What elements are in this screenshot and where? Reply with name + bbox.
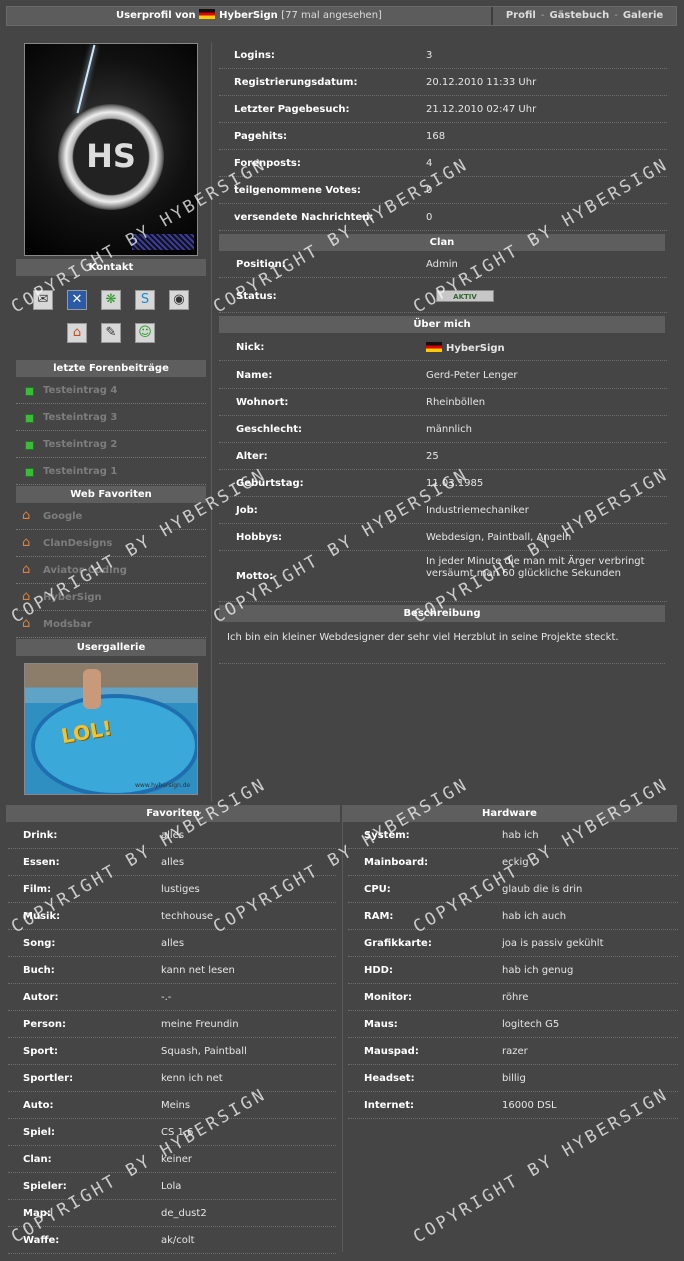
stat-row: Logins: 3 — [219, 42, 667, 69]
favorite-row: Film: lustiges — [8, 876, 336, 903]
steam-icon[interactable]: ◉ — [169, 290, 189, 310]
about-row: Alter: 25 — [219, 443, 667, 470]
favorite-row: Essen: alles — [8, 849, 336, 876]
favorite-row: Map: de_dust2 — [8, 1200, 336, 1227]
motto-row: Motto: In jeder Minute die man mit Ärger … — [219, 551, 667, 602]
favorite-row: Clan: keiner — [8, 1146, 336, 1173]
bullet-icon — [25, 468, 34, 477]
homepage-icon[interactable]: ⌂ — [67, 323, 87, 343]
web-favorite-link[interactable]: ⌂ Google — [16, 503, 206, 530]
favorite-row: Auto: Meins — [8, 1092, 336, 1119]
title-prefix: Userprofil von — [116, 10, 196, 21]
germany-flag-icon — [199, 9, 216, 19]
germany-flag-icon — [426, 342, 442, 352]
favorite-row: Song: alles — [8, 930, 336, 957]
web-favorite-link[interactable]: ⌂ HyberSign — [16, 584, 206, 611]
nav-gaestebuch-link[interactable]: Gästebuch — [549, 10, 609, 21]
stat-row: Forenposts: 4 — [219, 150, 667, 177]
house-icon: ⌂ — [22, 616, 31, 631]
house-icon: ⌂ — [22, 535, 31, 550]
favorites-header: Favoriten — [6, 805, 340, 822]
status-active-badge: AKTIV — [436, 290, 494, 302]
about-row: Nick: HyberSign — [219, 334, 667, 361]
favorite-row: Spieler: Lola — [8, 1173, 336, 1200]
favorite-row: Spiel: CS 1.6 — [8, 1119, 336, 1146]
xfire-icon[interactable]: ✕ — [67, 290, 87, 310]
contact-header: Kontakt — [16, 259, 206, 276]
profile-title-bar: Userprofil von HyberSign [77 mal angeseh… — [6, 6, 677, 26]
title-username: HyberSign — [219, 10, 278, 21]
house-icon: ⌂ — [22, 508, 31, 523]
icq-icon[interactable]: ❋ — [101, 290, 121, 310]
stat-row: teilgenommene Votes: 0 — [219, 177, 667, 204]
hardware-row: Mainboard: eckig — [348, 849, 678, 876]
web-favorites-header: Web Favoriten — [16, 486, 206, 503]
house-icon: ⌂ — [22, 562, 31, 577]
web-favorite-link[interactable]: ⌂ Modsbar — [16, 611, 206, 638]
gallery-thumbnail[interactable]: LOL! www.hybersign.de — [24, 663, 198, 795]
about-row: Name: Gerd-Peter Lenger — [219, 362, 667, 389]
forum-posts-header: letzte Forenbeiträge — [16, 360, 206, 377]
about-row: Geburtstag: 11.03.1985 — [219, 470, 667, 497]
favorite-row: Sport: Squash, Paintball — [8, 1038, 336, 1065]
view-count: [77 mal angesehen] — [281, 10, 382, 21]
favorite-row: Buch: kann net lesen — [8, 957, 336, 984]
about-row: Wohnort: Rheinböllen — [219, 389, 667, 416]
hardware-row: System: hab ich — [348, 822, 678, 849]
favorite-row: Musik: techhouse — [8, 903, 336, 930]
hardware-row: Maus: logitech G5 — [348, 1011, 678, 1038]
hardware-row: HDD: hab ich genug — [348, 957, 678, 984]
about-row: Hobbys: Webdesign, Paintball, Angeln — [219, 524, 667, 551]
bullet-icon — [25, 441, 34, 450]
nav-profil-link[interactable]: Profil — [506, 10, 536, 21]
clan-header: Clan — [219, 234, 665, 251]
description-text-block: Ich bin ein kleiner Webdesigner der sehr… — [219, 624, 665, 664]
web-favorite-link[interactable]: ⌂ Aviator-Coding — [16, 557, 206, 584]
description-text: Ich bin ein kleiner Webdesigner der sehr… — [227, 632, 619, 643]
house-icon: ⌂ — [22, 589, 31, 604]
mail-icon[interactable]: ✉ — [33, 290, 53, 310]
forum-post-item[interactable]: Testeintrag 3 — [16, 404, 206, 431]
hardware-row: Internet: 16000 DSL — [348, 1092, 678, 1119]
user-gallery-header: Usergallerie — [16, 639, 206, 656]
guestbook-icon[interactable]: ✎ — [101, 323, 121, 343]
bullet-icon — [25, 414, 34, 423]
hardware-row: CPU: glaub die is drin — [348, 876, 678, 903]
stat-row: Letzter Pagebesuch: 21.12.2010 02:47 Uhr — [219, 96, 667, 123]
clan-position-row: Position: Admin — [219, 251, 667, 278]
about-row: Job: Industriemechaniker — [219, 497, 667, 524]
hardware-row: Mauspad: razer — [348, 1038, 678, 1065]
user-avatar: HS — [24, 43, 198, 256]
forum-post-item[interactable]: Testeintrag 4 — [16, 377, 206, 404]
favorite-row: Autor: -.- — [8, 984, 336, 1011]
hardware-row: RAM: hab ich auch — [348, 903, 678, 930]
stat-row: versendete Nachrichten: 0 — [219, 204, 667, 231]
forum-post-item[interactable]: Testeintrag 1 — [16, 458, 206, 485]
hardware-row: Grafikkarte: joa is passiv gekühlt — [348, 930, 678, 957]
stat-row: Pagehits: 168 — [219, 123, 667, 150]
page-title: Userprofil von HyberSign [77 mal angeseh… — [7, 7, 491, 25]
description-header: Beschreibung — [219, 605, 665, 622]
about-row: Geschlecht: männlich — [219, 416, 667, 443]
add-buddy-icon[interactable]: ☺ — [135, 323, 155, 343]
favorite-row: Sportler: kenn ich net — [8, 1065, 336, 1092]
favorite-row: Waffe: ak/colt — [8, 1227, 336, 1254]
nav-galerie-link[interactable]: Galerie — [623, 10, 663, 21]
forum-post-item[interactable]: Testeintrag 2 — [16, 431, 206, 458]
bullet-icon — [25, 387, 34, 396]
favorite-row: Person: meine Freundin — [8, 1011, 336, 1038]
hardware-row: Monitor: röhre — [348, 984, 678, 1011]
stat-row: Registrierungsdatum: 20.12.2010 11:33 Uhr — [219, 69, 667, 96]
web-favorite-link[interactable]: ⌂ ClanDesigns — [16, 530, 206, 557]
clan-status-row: Status: AKTIV — [219, 278, 667, 313]
favorite-row: Drink: alles — [8, 822, 336, 849]
hardware-header: Hardware — [342, 805, 677, 822]
about-header: Über mich — [219, 316, 665, 333]
skype-icon[interactable]: S — [135, 290, 155, 310]
hardware-row: Headset: billig — [348, 1065, 678, 1092]
profile-nav: Profil - Gästebuch - Galerie — [505, 10, 664, 21]
